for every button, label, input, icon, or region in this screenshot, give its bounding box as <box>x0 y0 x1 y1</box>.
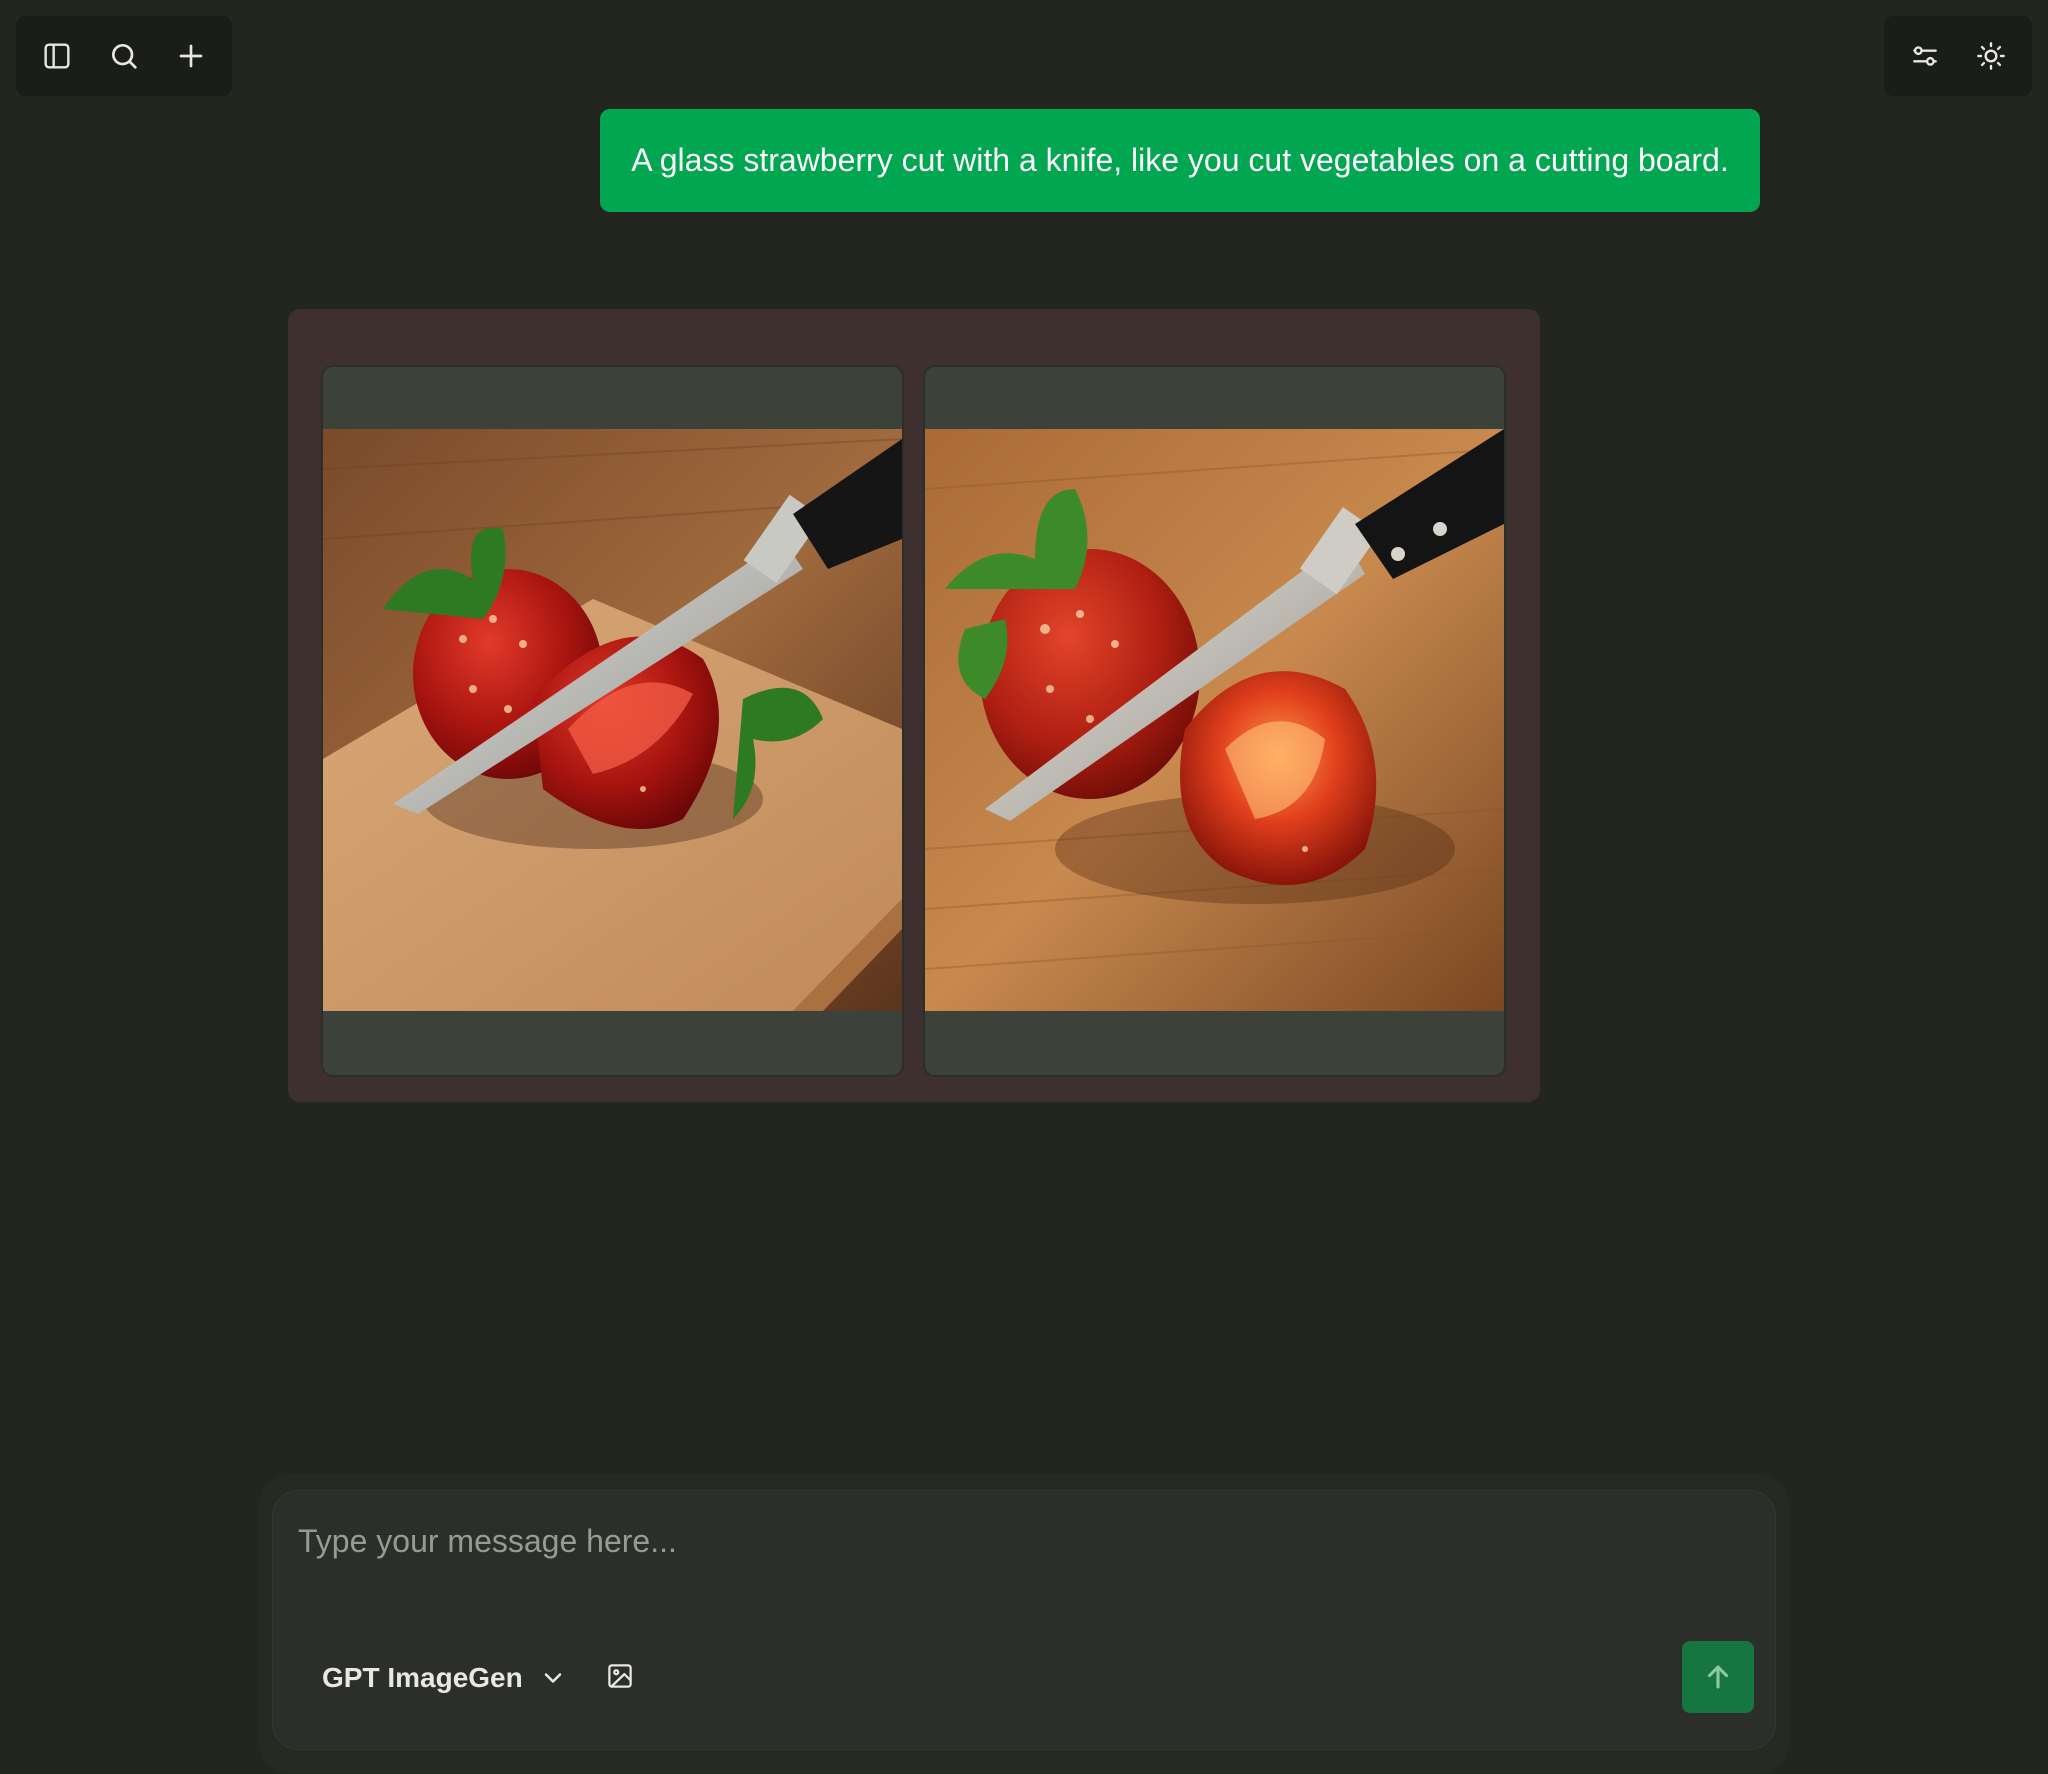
generated-image-card-1[interactable] <box>321 365 904 1077</box>
sidebar-toggle-button[interactable] <box>31 30 83 82</box>
top-left-toolbar <box>16 16 232 96</box>
chevron-down-icon <box>544 1673 562 1683</box>
search-button[interactable] <box>98 30 150 82</box>
theme-toggle-button[interactable] <box>1965 30 2017 82</box>
plus-icon <box>179 44 202 68</box>
image-icon <box>608 1664 632 1688</box>
model-selector[interactable]: GPT ImageGen <box>322 1656 567 1700</box>
model-label: GPT ImageGen <box>322 1662 523 1693</box>
settings-button[interactable] <box>1899 30 1951 82</box>
user-message-text: A glass strawberry cut with a knife, lik… <box>631 142 1729 178</box>
message-input[interactable] <box>296 1516 1700 1566</box>
new-chat-button[interactable] <box>165 30 217 82</box>
sliders-icon <box>1913 46 1937 66</box>
user-message-bubble: A glass strawberry cut with a knife, lik… <box>600 109 1760 212</box>
search-icon <box>111 44 137 69</box>
top-right-toolbar <box>1884 16 2032 96</box>
sun-icon <box>1977 42 2005 70</box>
arrow-up-icon <box>1707 1665 1729 1689</box>
generated-image-2 <box>925 429 1504 1011</box>
sidebar-toggle-icon <box>44 43 70 69</box>
send-button[interactable] <box>1682 1641 1754 1713</box>
generated-image-1 <box>323 429 902 1011</box>
image-gallery <box>288 309 1540 1102</box>
generated-image-card-2[interactable] <box>923 365 1506 1077</box>
attach-image-button[interactable] <box>604 1660 636 1692</box>
